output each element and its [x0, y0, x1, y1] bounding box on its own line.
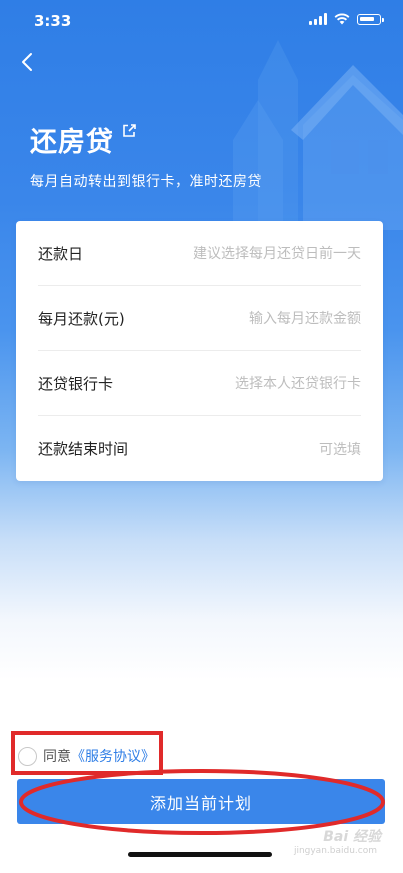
repay-day-label: 还款日 — [38, 244, 84, 263]
external-edit-icon[interactable] — [122, 124, 136, 138]
battery-icon — [357, 13, 384, 25]
monthly-amount-label: 每月还款(元) — [38, 309, 125, 328]
back-button[interactable] — [16, 48, 40, 76]
home-indicator[interactable] — [128, 852, 272, 857]
page-title: 还房贷 — [30, 127, 114, 158]
building-illustration — [233, 40, 403, 230]
end-time-field[interactable]: 可选填 — [319, 439, 361, 459]
bank-card-field[interactable]: 选择本人还贷银行卡 — [235, 373, 361, 393]
end-time-row[interactable]: 还款结束时间 可选填 — [38, 416, 361, 481]
watermark-logo: Bai 经验 — [323, 829, 381, 845]
bank-card-row[interactable]: 还贷银行卡 选择本人还贷银行卡 — [38, 351, 361, 416]
signal-icon — [309, 13, 327, 25]
end-time-label: 还款结束时间 — [38, 440, 129, 458]
annotation-rectangle — [11, 731, 163, 775]
wifi-icon — [334, 13, 350, 25]
page-header: 还房贷 — [30, 120, 136, 159]
monthly-amount-field[interactable]: 输入每月还款金额 — [249, 308, 361, 328]
plan-form-card: 还款日 建议选择每月还贷日前一天 每月还款(元) 输入每月还款金额 还贷银行卡 … — [16, 221, 383, 481]
monthly-amount-row[interactable]: 每月还款(元) 输入每月还款金额 — [38, 286, 361, 351]
status-time: 3:33 — [34, 12, 72, 30]
status-icons — [309, 13, 384, 25]
repay-day-field[interactable]: 建议选择每月还贷日前一天 — [193, 243, 361, 263]
status-bar: 3:33 — [0, 0, 403, 44]
watermark-url: jingyan.baidu.com — [293, 846, 377, 856]
repay-day-row[interactable]: 还款日 建议选择每月还贷日前一天 — [38, 221, 361, 286]
add-plan-button[interactable]: 添加当前计划 — [17, 779, 385, 824]
bank-card-label: 还贷银行卡 — [38, 374, 114, 393]
page-subtitle: 每月自动转出到银行卡，准时还房贷 — [30, 174, 262, 190]
